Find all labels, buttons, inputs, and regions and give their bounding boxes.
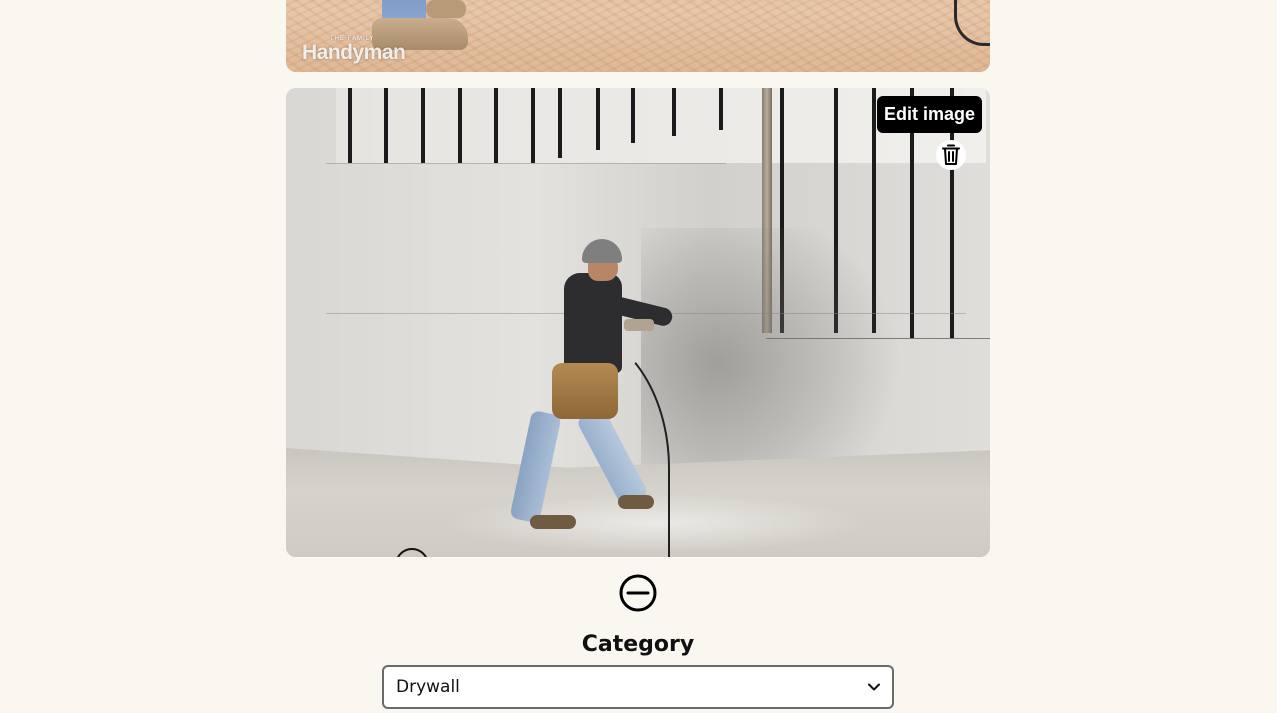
category-label: Category: [581, 632, 695, 657]
delete-image-button[interactable]: [936, 140, 966, 170]
chevron-down-icon: [868, 683, 880, 691]
edit-image-button[interactable]: Edit image: [877, 96, 982, 133]
minus-circle-icon: [619, 574, 657, 612]
page: THE FAMILY Handyman Edit image Category …: [0, 0, 1277, 713]
category-selected-value: Drywall: [396, 677, 460, 697]
brand-watermark: THE FAMILY Handyman: [302, 36, 406, 64]
trash-icon: [942, 144, 960, 165]
previous-image: THE FAMILY Handyman: [286, 0, 990, 72]
drywall-image: [286, 88, 990, 557]
circle-handle-icon[interactable]: [395, 548, 429, 557]
remove-image-button[interactable]: [618, 573, 658, 613]
category-select[interactable]: Drywall: [382, 665, 894, 709]
